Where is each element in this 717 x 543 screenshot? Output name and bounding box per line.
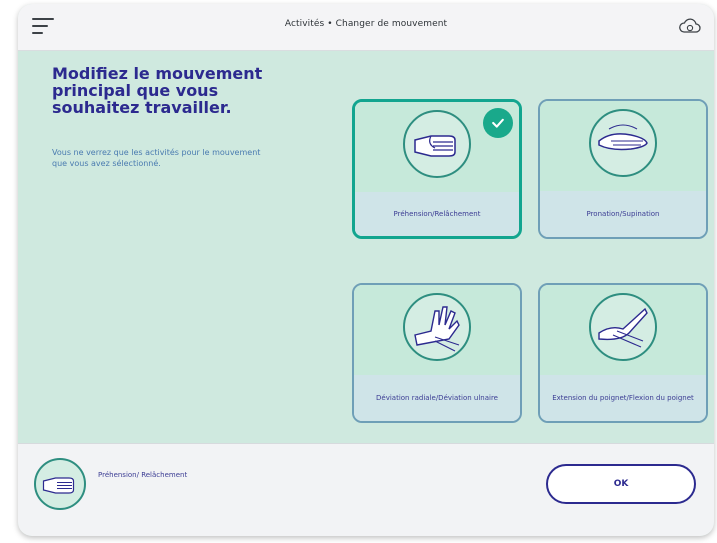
movement-label: Déviation radiale/Déviation ulnaire xyxy=(354,375,520,421)
card-illustration xyxy=(354,285,520,375)
hand-grasp-icon xyxy=(403,110,471,178)
movement-card-deviation[interactable]: Déviation radiale/Déviation ulnaire xyxy=(352,283,522,423)
wrist-flex-icon xyxy=(589,293,657,361)
movement-label: Pronation/Supination xyxy=(540,191,706,237)
movement-card-pronation[interactable]: Pronation/Supination xyxy=(538,99,708,239)
card-illustration xyxy=(540,101,706,191)
hand-grasp-icon xyxy=(34,458,86,510)
top-bar: Activités • Changer de mouvement xyxy=(18,4,714,51)
movement-label: Préhension/Relâchement xyxy=(355,192,519,236)
footer-bar: Préhension/ Relâchement OK xyxy=(18,443,714,536)
app-window: Activités • Changer de mouvement Modifie… xyxy=(18,4,714,536)
card-illustration xyxy=(540,285,706,375)
movement-card-extension[interactable]: Extension du poignet/Flexion du poignet xyxy=(538,283,708,423)
selected-check-icon xyxy=(483,108,513,138)
card-illustration xyxy=(355,102,519,192)
cloud-sync-icon[interactable] xyxy=(678,16,702,36)
movement-card-prehension[interactable]: Préhension/Relâchement xyxy=(352,99,522,239)
hand-deviation-icon xyxy=(403,293,471,361)
instruction-heading: Modifiez le mouvement principal que vous… xyxy=(52,64,263,117)
movement-label: Extension du poignet/Flexion du poignet xyxy=(540,375,706,421)
instruction-description: Vous ne verrez que les activités pour le… xyxy=(52,148,261,168)
selected-movement-label: Préhension/ Relâchement xyxy=(98,471,188,479)
main-content: Modifiez le mouvement principal que vous… xyxy=(18,51,714,444)
page-title: Activités • Changer de mouvement xyxy=(284,19,448,29)
ok-button[interactable]: OK xyxy=(546,464,696,504)
hand-rotate-icon xyxy=(589,109,657,177)
